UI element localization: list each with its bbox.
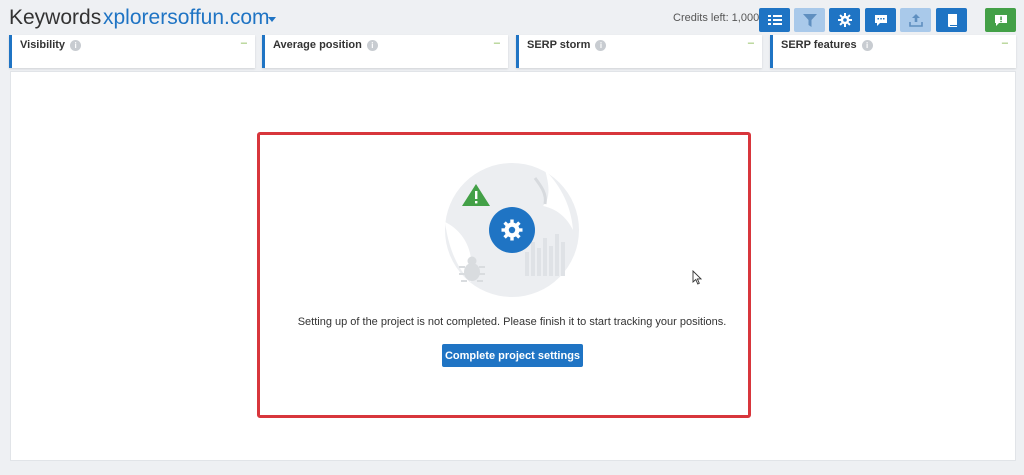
comments-button[interactable]	[865, 8, 896, 32]
metric-label: SERP features	[781, 39, 857, 51]
feedback-button[interactable]	[985, 8, 1016, 32]
metric-value: –	[493, 37, 500, 49]
metric-card-average-position: Average position i –	[262, 35, 508, 68]
credits-left: Credits left: 1,000	[673, 12, 760, 24]
metric-label: Visibility	[20, 39, 66, 51]
metric-value: –	[1001, 37, 1008, 49]
info-icon[interactable]: i	[861, 39, 873, 51]
metric-value: –	[747, 37, 754, 49]
filter-icon	[802, 13, 817, 27]
info-icon[interactable]: i	[70, 39, 82, 51]
metric-label: Average position	[273, 39, 362, 51]
filter-button[interactable]	[794, 8, 825, 32]
metric-value: –	[240, 37, 247, 49]
settings-button[interactable]	[829, 8, 860, 32]
upload-icon	[908, 13, 923, 27]
list-view-button[interactable]	[759, 8, 790, 32]
info-icon[interactable]: i	[595, 39, 607, 51]
metric-card-serp-features: SERP features i –	[770, 35, 1016, 68]
project-domain-selector[interactable]: xplorersoffun.com	[103, 6, 270, 30]
info-icon[interactable]: i	[366, 39, 378, 51]
feedback-icon	[994, 14, 1007, 26]
metric-card-serp-storm: SERP storm i –	[516, 35, 762, 68]
gear-icon	[837, 13, 852, 27]
page-title: Keywords	[9, 6, 102, 29]
metric-label: SERP storm	[527, 39, 591, 51]
mouse-cursor-icon	[692, 270, 702, 285]
setup-message: Setting up of the project is not complet…	[297, 316, 727, 328]
setup-illustration	[445, 163, 579, 297]
book-button[interactable]	[936, 8, 967, 32]
header: Keywords xplorersoffun.com Credits left:…	[0, 0, 1024, 36]
export-button[interactable]	[900, 8, 931, 32]
metric-card-visibility: Visibility i –	[9, 35, 255, 68]
complete-project-settings-button[interactable]: Complete project settings	[442, 344, 583, 367]
list-icon	[767, 15, 782, 25]
comment-icon	[874, 14, 887, 26]
chevron-down-icon[interactable]	[268, 17, 276, 22]
book-icon	[947, 13, 957, 27]
